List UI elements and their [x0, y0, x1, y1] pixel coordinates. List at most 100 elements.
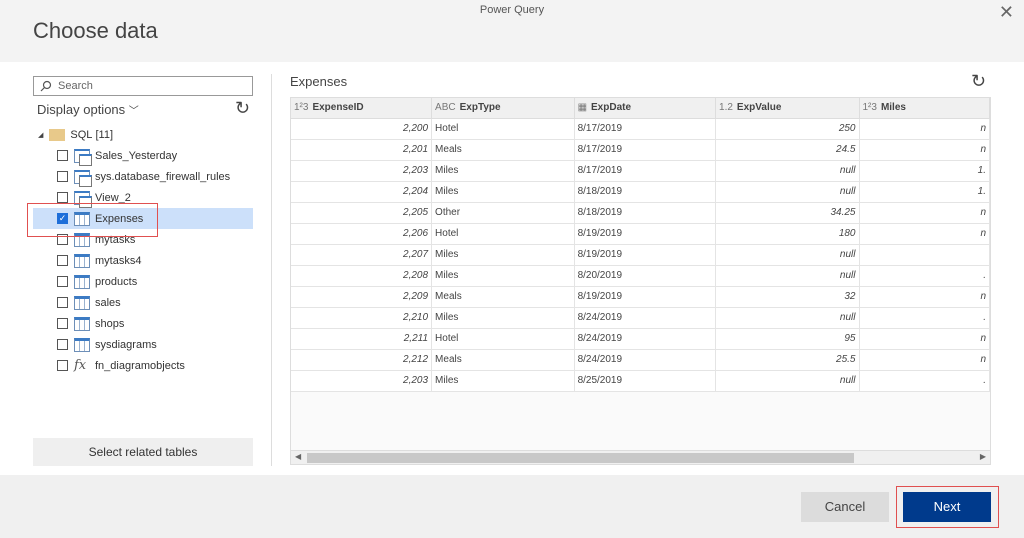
- expand-triangle-icon[interactable]: ◢: [38, 131, 43, 139]
- tree-item-shops[interactable]: shops: [33, 313, 253, 334]
- cell-exptype: Meals: [431, 139, 575, 161]
- cell-expvalue: null: [715, 244, 860, 266]
- table-icon: [74, 274, 90, 289]
- table-row: 2,206 Hotel 8/19/2019 180 n: [291, 223, 990, 245]
- cell-expvalue: null: [715, 265, 860, 287]
- tree-item-products[interactable]: products: [33, 271, 253, 292]
- table-icon: [74, 253, 90, 268]
- checkbox[interactable]: [57, 276, 68, 287]
- type-number-icon: 1²3: [862, 102, 877, 114]
- cell-expenseid: 2,210: [291, 307, 433, 329]
- display-options-label: Display options: [37, 102, 126, 117]
- refresh-preview-icon[interactable]: ↻: [971, 71, 986, 92]
- cell-miles: n: [859, 349, 990, 371]
- checkbox[interactable]: [57, 339, 68, 350]
- cell-expenseid: 2,204: [291, 181, 433, 203]
- cell-miles: n: [859, 118, 990, 140]
- refresh-icon[interactable]: ↻: [235, 98, 250, 119]
- scroll-right-icon[interactable]: ▶: [980, 452, 986, 461]
- cell-expenseid: 2,211: [291, 328, 433, 350]
- cell-expenseid: 2,205: [291, 202, 433, 224]
- cell-exptype: Hotel: [431, 223, 575, 245]
- scroll-left-icon[interactable]: ◀: [295, 452, 301, 461]
- cell-expenseid: 2,209: [291, 286, 433, 308]
- table-icon: [74, 316, 90, 331]
- checkbox[interactable]: [57, 150, 68, 161]
- table-row: 2,203 Miles 8/17/2019 null 1.: [291, 160, 990, 182]
- view-icon: [74, 148, 92, 166]
- tree-item-mytasks4[interactable]: mytasks4: [33, 250, 253, 271]
- checkbox[interactable]: [57, 192, 68, 203]
- table-row: 2,210 Miles 8/24/2019 null.: [291, 307, 990, 329]
- select-related-tables-button[interactable]: Select related tables: [33, 438, 253, 466]
- cell-expvalue: 24.5: [715, 139, 860, 161]
- scrollbar-thumb[interactable]: [307, 453, 854, 463]
- column-name: ExpValue: [736, 102, 782, 114]
- title-bar: Power Query ✕ Choose data: [0, 0, 1024, 62]
- horizontal-scrollbar[interactable]: ◀ ▶: [291, 450, 990, 464]
- cell-miles: .: [859, 265, 990, 287]
- cell-expvalue: 34.25: [715, 202, 860, 224]
- cell-expvalue: null: [715, 370, 860, 392]
- tree-item-sys-database-firewall-rules[interactable]: sys.database_firewall_rules: [33, 166, 253, 187]
- cell-expdate: 8/24/2019: [574, 328, 717, 350]
- cancel-button[interactable]: Cancel: [801, 492, 889, 522]
- table-icon: [74, 295, 90, 310]
- cell-expvalue: null: [715, 181, 860, 203]
- cell-expdate: 8/24/2019: [574, 349, 717, 371]
- cell-expdate: 8/19/2019: [574, 244, 717, 266]
- table-row: 2,207 Miles 8/19/2019 null: [291, 244, 990, 266]
- checkbox[interactable]: [57, 255, 68, 266]
- checkbox[interactable]: [57, 171, 68, 182]
- cell-expenseid: 2,201: [291, 139, 433, 161]
- cell-expenseid: 2,203: [291, 370, 433, 392]
- cell-expdate: 8/17/2019: [574, 139, 717, 161]
- tree-item-fn-diagramobjects[interactable]: fx fn_diagramobjects: [33, 355, 253, 376]
- tree-item-label: fn_diagramobjects: [95, 359, 185, 372]
- column-header-expdate[interactable]: ▦ ExpDate: [574, 98, 717, 119]
- cell-expenseid: 2,206: [291, 223, 433, 245]
- column-header-exptype[interactable]: ABC ExpType: [431, 98, 575, 119]
- cell-exptype: Miles: [431, 160, 575, 182]
- type-text-icon: ABC: [435, 102, 456, 114]
- divider: [271, 74, 272, 466]
- cell-expdate: 8/18/2019: [574, 181, 717, 203]
- tree-item-label: sys.database_firewall_rules: [95, 170, 231, 183]
- page-title: Choose data: [33, 18, 158, 43]
- tree-root-sql[interactable]: ◢ SQL [11]: [33, 124, 253, 145]
- checkbox[interactable]: [57, 297, 68, 308]
- preview-title: Expenses: [290, 74, 348, 89]
- tree-item-label: Sales_Yesterday: [95, 149, 178, 162]
- column-header-expenseid[interactable]: 1²3 ExpenseID: [291, 98, 433, 119]
- checkbox[interactable]: [57, 318, 68, 329]
- cell-exptype: Hotel: [431, 118, 575, 140]
- display-options-button[interactable]: Display options ﹀: [37, 102, 139, 117]
- tree-item-sysdiagrams[interactable]: sysdiagrams: [33, 334, 253, 355]
- close-icon[interactable]: ✕: [999, 2, 1014, 23]
- cell-expenseid: 2,208: [291, 265, 433, 287]
- column-name: ExpenseID: [312, 102, 364, 114]
- search-icon: [40, 80, 52, 92]
- tree-item-sales[interactable]: sales: [33, 292, 253, 313]
- table-row: 2,211 Hotel 8/24/2019 95 n: [291, 328, 990, 350]
- type-number-icon: 1.2: [719, 102, 733, 114]
- cell-expvalue: null: [715, 160, 860, 182]
- cell-exptype: Other: [431, 202, 575, 224]
- table-row: 2,205 Other 8/18/2019 34.25 n: [291, 202, 990, 224]
- tree-item-sales-yesterday[interactable]: Sales_Yesterday: [33, 145, 253, 166]
- cell-expvalue: null: [715, 307, 860, 329]
- cell-expdate: 8/19/2019: [574, 286, 717, 308]
- table-row: 2,209 Meals 8/19/2019 32 n: [291, 286, 990, 308]
- cell-exptype: Miles: [431, 244, 575, 266]
- search-input[interactable]: Search: [33, 76, 253, 96]
- table-icon: [74, 337, 90, 352]
- cell-expdate: 8/17/2019: [574, 160, 717, 182]
- cell-miles: 1.: [859, 181, 990, 203]
- root-count: [11]: [95, 128, 113, 141]
- column-header-expvalue[interactable]: 1.2 ExpValue: [715, 98, 860, 119]
- checkbox[interactable]: [57, 360, 68, 371]
- column-header-miles[interactable]: 1²3 Miles: [859, 98, 990, 119]
- cell-expdate: 8/20/2019: [574, 265, 717, 287]
- column-name: ExpDate: [591, 102, 632, 114]
- cell-miles: n: [859, 202, 990, 224]
